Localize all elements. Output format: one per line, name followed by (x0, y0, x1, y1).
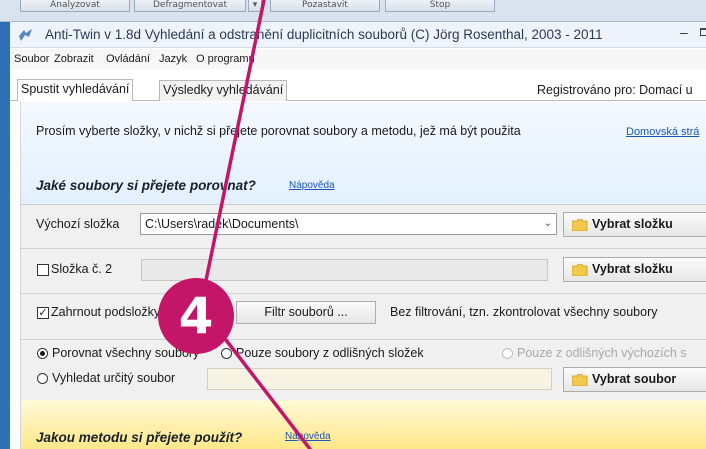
folder-icon (572, 219, 588, 231)
folder-icon (572, 374, 588, 386)
callout-number-badge: 4 (158, 278, 234, 354)
specific-file-radio[interactable] (37, 373, 48, 384)
select-file-button[interactable]: Vybrat soubor (563, 367, 706, 392)
select-folder-label: Vybrat složku (592, 217, 673, 231)
folder2-checkbox[interactable] (37, 264, 49, 276)
minimize-button[interactable]: – (680, 25, 694, 40)
home-page-link[interactable]: Domovská strá (626, 126, 699, 138)
menu-bar: Soubor Zobrazit Ovládání Jazyk O program… (10, 49, 706, 69)
window-frame (0, 22, 10, 449)
folder2-label: Složka č. 2 (51, 262, 113, 276)
tab-results[interactable]: Výsledky vyhledávání (159, 80, 288, 101)
tab-bar: Spustit vyhledávání Výsledky vyhledávání… (10, 71, 706, 101)
tab-search[interactable]: Spustit vyhledávání (17, 79, 134, 101)
defragment-button[interactable]: Defragmentovat (134, 0, 246, 12)
specific-file-label: Vyhledat určitý soubor (52, 371, 176, 385)
window-title: Anti-Twin v 1.8d Vyhledání a odstranění … (45, 27, 603, 42)
select-folder-button[interactable]: Vybrat složku (563, 212, 706, 237)
files-question-heading: Jaké soubory si přejete porovnat? (36, 178, 256, 193)
source-folder-label: Výchozí složka (36, 217, 120, 231)
compare-diff-source-label: Pouze z odlišných výchozích s (517, 346, 687, 360)
defragment-dropdown-button[interactable]: ▾ (248, 0, 262, 12)
subfolders-label: Zahrnout podsložky (51, 305, 161, 319)
menu-zobrazit[interactable]: Zobrazit (54, 53, 94, 65)
files-help-link[interactable]: Nápověda (289, 180, 335, 191)
menu-soubor[interactable]: Soubor (14, 53, 49, 65)
instruction-text: Prosím vyberte složky, v nichž si přejet… (36, 124, 521, 138)
file-filter-button[interactable]: Filtr souborů ... (236, 301, 376, 324)
registered-to: Registrováno pro: Domací u (537, 83, 693, 97)
app-icon (19, 29, 32, 41)
pause-button[interactable]: Pozastavit (270, 0, 380, 12)
title-bar[interactable]: Anti-Twin v 1.8d Vyhledání a odstranění … (10, 22, 706, 48)
folder-icon (572, 264, 588, 276)
specific-file-input (207, 368, 552, 390)
select-folder2-label: Vybrat složku (592, 262, 673, 276)
maximize-button[interactable] (700, 28, 706, 36)
chevron-down-icon[interactable]: ⌄ (544, 218, 552, 229)
compare-diff-folders-label: Pouze soubory z odlišných složek (236, 346, 424, 360)
compare-diff-source-radio[interactable] (502, 348, 513, 359)
compare-all-radio[interactable] (37, 348, 48, 359)
menu-jazyk[interactable]: Jazyk (159, 53, 187, 65)
source-folder-value: C:\Users\radek\Documents\ (145, 217, 299, 231)
stop-button[interactable]: Stop (385, 0, 495, 12)
analyze-button[interactable]: Analyzovat (20, 0, 130, 12)
select-file-label: Vybrat soubor (592, 372, 677, 386)
subfolders-checkbox[interactable]: ✓ (37, 307, 49, 319)
method-help-link[interactable]: Nápověda (285, 431, 331, 442)
source-folder-combobox[interactable]: C:\Users\radek\Documents\ ⌄ (140, 213, 557, 235)
select-folder2-button[interactable]: Vybrat složku (563, 257, 706, 282)
filter-status-text: Bez filtrování, tzn. zkontrolovat všechn… (390, 305, 658, 319)
menu-o-programu[interactable]: O programu (196, 53, 255, 65)
menu-ovladani[interactable]: Ovládání (106, 53, 150, 65)
compare-diff-folders-radio[interactable] (221, 348, 232, 359)
method-question-heading: Jakou metodu si přejete použít? (36, 430, 243, 445)
background-window-toolbar: Analyzovat Defragmentovat ▾ Pozastavit S… (0, 0, 706, 22)
